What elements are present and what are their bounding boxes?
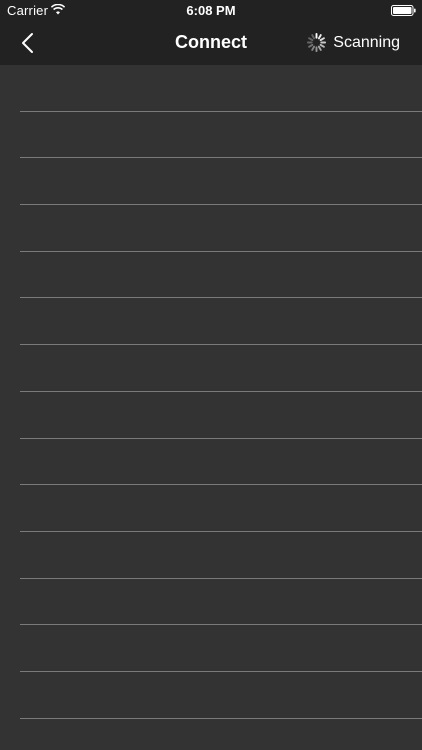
list-item[interactable] [20, 672, 422, 719]
list-item[interactable] [20, 65, 422, 112]
list-item[interactable] [20, 345, 422, 392]
list-item[interactable] [20, 439, 422, 486]
scanning-indicator: Scanning [306, 32, 400, 53]
device-list[interactable] [0, 65, 422, 750]
list-item[interactable] [20, 532, 422, 579]
list-item[interactable] [20, 112, 422, 159]
chevron-left-icon [21, 33, 33, 53]
list-item[interactable] [20, 625, 422, 672]
list-item[interactable] [20, 158, 422, 206]
list-item[interactable] [20, 579, 422, 626]
status-time: 6:08 PM [186, 3, 236, 18]
list-item[interactable] [20, 392, 422, 439]
list-item[interactable] [20, 205, 422, 252]
scanning-label: Scanning [333, 33, 400, 51]
connect-screen: Carrier 6:08 PM Connect Scanning [0, 0, 422, 750]
status-bar: Carrier 6:08 PM [0, 0, 422, 22]
back-button[interactable] [12, 28, 42, 58]
navigation-bar: Connect Scanning [0, 22, 422, 65]
battery-icon [391, 5, 416, 16]
list-item[interactable] [20, 252, 422, 299]
list-item[interactable] [20, 298, 422, 346]
top-bar: Carrier 6:08 PM Connect Scanning [0, 0, 422, 65]
list-item[interactable] [20, 719, 422, 750]
list-item[interactable] [20, 485, 422, 532]
activity-spinner-icon [307, 32, 327, 53]
